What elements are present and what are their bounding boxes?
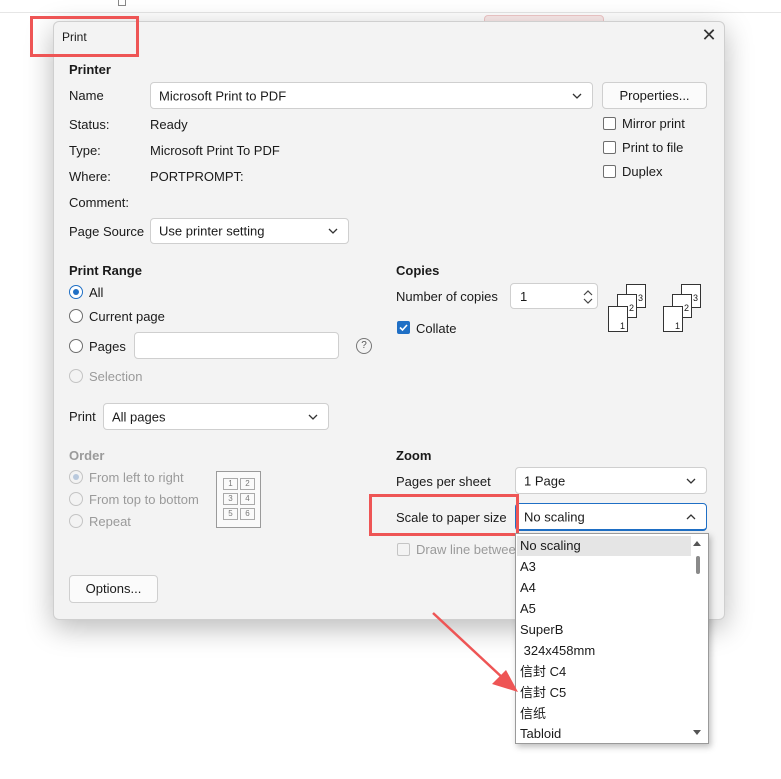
print-range-heading: Print Range — [69, 263, 142, 278]
page-source-select[interactable]: Use printer setting — [150, 218, 349, 244]
all-label: All — [89, 285, 104, 300]
scale-dropdown-list: No scaling A3 A4 A5 SuperB 324x458mm 信封 … — [515, 533, 709, 744]
pages-label: Pages — [89, 339, 126, 354]
page-source-value: Use printer setting — [159, 223, 265, 239]
zoom-heading: Zoom — [396, 448, 432, 463]
spinner-arrows-icon[interactable] — [582, 287, 594, 307]
all-radio[interactable] — [69, 285, 83, 299]
print-select[interactable]: All pages — [103, 403, 329, 430]
chevron-up-icon — [686, 513, 696, 519]
copies-value: 1 — [520, 289, 528, 304]
scrollbar-thumb[interactable] — [696, 556, 700, 574]
scale-option[interactable]: 324x458mm — [517, 641, 691, 661]
scale-option[interactable]: SuperB — [517, 620, 691, 640]
name-label: Name — [69, 88, 104, 103]
page-source-label: Page Source — [69, 224, 145, 239]
mirror-print-checkbox[interactable] — [603, 117, 616, 130]
pages-radio[interactable] — [69, 339, 83, 353]
scale-option[interactable]: A5 — [517, 599, 691, 619]
where-label: Where: — [69, 169, 111, 184]
scale-option[interactable]: A4 — [517, 578, 691, 598]
scale-option[interactable]: 信封 C4 — [517, 662, 691, 682]
scale-value: No scaling — [524, 509, 585, 524]
order-heading: Order — [69, 448, 105, 463]
print-label: Print — [69, 409, 96, 424]
options-button[interactable]: Options... — [69, 575, 158, 603]
page-1-icon: 1 — [663, 306, 683, 332]
draw-line-label: Draw line betwee — [416, 542, 516, 557]
pages-per-sheet-select[interactable]: 1 Page — [515, 467, 707, 494]
scale-select[interactable]: No scaling — [515, 503, 707, 531]
chevron-down-icon — [686, 478, 696, 484]
top-to-bottom-label: From top to bottom — [89, 492, 199, 507]
title-bar[interactable] — [53, 21, 723, 53]
help-icon[interactable]: ? — [356, 338, 372, 354]
left-to-right-radio[interactable] — [69, 470, 83, 484]
scale-option[interactable]: 信纸 — [517, 704, 691, 724]
scale-highlight-box — [369, 494, 519, 536]
close-icon[interactable]: ✕ — [700, 26, 718, 44]
left-to-right-label: From left to right — [89, 470, 184, 485]
chevron-down-icon — [572, 93, 582, 99]
repeat-label: Repeat — [89, 514, 131, 529]
grid-cell: 3 — [223, 493, 238, 505]
number-of-copies-label: Number of copies — [396, 289, 498, 304]
printer-heading: Printer — [69, 62, 111, 77]
print-value: All pages — [112, 409, 166, 424]
selection-label: Selection — [89, 369, 143, 384]
copies-heading: Copies — [396, 263, 440, 278]
pages-input[interactable] — [134, 332, 339, 359]
page-1-icon: 1 — [608, 306, 628, 332]
grid-cell: 2 — [240, 478, 255, 490]
current-page-radio[interactable] — [69, 309, 83, 323]
print-to-file-label: Print to file — [622, 140, 684, 155]
grid-cell: 6 — [240, 508, 255, 520]
scale-option[interactable]: A3 — [517, 557, 691, 577]
scale-option[interactable]: 信封 C5 — [517, 683, 691, 703]
chevron-down-icon — [308, 414, 318, 420]
properties-button[interactable]: Properties... — [602, 82, 707, 109]
collate-pages-icon: 3 2 1 — [608, 284, 648, 334]
repeat-radio[interactable] — [69, 514, 83, 528]
chevron-down-icon — [328, 228, 338, 234]
pages-per-sheet-value: 1 Page — [524, 473, 566, 488]
background-marker — [118, 0, 126, 6]
comment-label: Comment: — [69, 195, 129, 210]
draw-line-checkbox[interactable] — [397, 543, 410, 556]
scroll-down-icon[interactable] — [692, 729, 702, 737]
printer-name-value: Microsoft Print to PDF — [159, 88, 287, 103]
grid-cell: 1 — [223, 478, 238, 490]
duplex-checkbox[interactable] — [603, 165, 616, 178]
status-label: Status: — [69, 117, 110, 132]
scale-option[interactable]: Tabloid — [517, 725, 691, 743]
top-to-bottom-radio[interactable] — [69, 492, 83, 506]
collate-pages-icon: 3 2 1 — [663, 284, 703, 334]
duplex-label: Duplex — [622, 164, 663, 179]
order-grid-icon: 1 2 3 4 5 6 — [216, 471, 261, 528]
checkmark-icon — [399, 324, 408, 332]
printer-name-select[interactable]: Microsoft Print to PDF — [150, 82, 593, 109]
grid-cell: 4 — [240, 493, 255, 505]
collate-checkbox[interactable] — [397, 321, 410, 334]
pages-per-sheet-label: Pages per sheet — [396, 474, 491, 489]
type-label: Type: — [69, 143, 101, 158]
status-value: Ready — [150, 117, 188, 132]
scroll-up-icon[interactable] — [692, 539, 702, 547]
collate-label: Collate — [416, 321, 457, 336]
grid-cell: 5 — [223, 508, 238, 520]
print-to-file-checkbox[interactable] — [603, 141, 616, 154]
title-highlight-box — [30, 16, 139, 57]
type-value: Microsoft Print To PDF — [150, 143, 280, 158]
copies-spinner[interactable]: 1 — [510, 283, 598, 309]
current-page-label: Current page — [89, 309, 165, 324]
selection-radio[interactable] — [69, 369, 83, 383]
dropdown-scrollbar[interactable] — [689, 535, 707, 742]
annotation-arrow — [432, 612, 518, 692]
mirror-print-label: Mirror print — [622, 116, 685, 131]
where-value: PORTPROMPT: — [150, 169, 244, 184]
scale-option[interactable]: No scaling — [517, 536, 691, 556]
